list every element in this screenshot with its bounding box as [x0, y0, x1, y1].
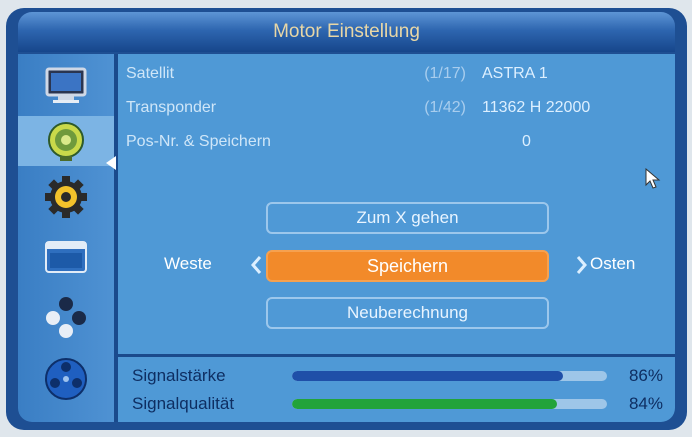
chevron-left-icon[interactable]	[250, 255, 262, 275]
sidebar-item-settings[interactable]	[18, 172, 114, 222]
signal-quality-value: 84%	[628, 394, 663, 413]
sidebar-item-multimedia[interactable]	[18, 354, 114, 404]
active-pointer-icon	[106, 156, 116, 170]
signal-quality-fill	[292, 399, 557, 409]
save-button[interactable]: Speichern	[266, 250, 549, 282]
satellite-index: (1/17)	[424, 65, 466, 82]
signal-strength-value: 86%	[628, 366, 663, 385]
signal-strength-bar	[292, 371, 607, 381]
film-reel-icon	[45, 358, 87, 400]
satellite-value: ASTRA 1	[482, 65, 548, 82]
motor-settings-panel: Satellit (1/17) ASTRA 1 Transponder (1/4…	[118, 54, 675, 354]
monitor-icon	[45, 67, 87, 103]
signal-panel: Signalstärke 86% Signalqualität 84%	[118, 357, 675, 422]
position-row[interactable]: Pos-Nr. & Speichern 0	[126, 128, 659, 156]
signal-quality-row: Signalqualität 84%	[132, 391, 663, 417]
content-area: Satellit (1/17) ASTRA 1 Transponder (1/4…	[18, 54, 675, 422]
position-label: Pos-Nr. & Speichern	[126, 133, 271, 150]
signal-strength-row: Signalstärke 86%	[132, 363, 663, 389]
sidebar	[18, 54, 116, 422]
signal-strength-fill	[292, 371, 563, 381]
transponder-label: Transponder	[126, 99, 217, 116]
satellite-label: Satellit	[126, 65, 175, 82]
gear-icon	[45, 176, 87, 218]
east-label[interactable]: Osten	[590, 254, 635, 274]
window-title: Motor Einstellung	[273, 21, 420, 42]
mouse-cursor-icon	[645, 168, 661, 189]
transponder-index: (1/42)	[424, 99, 466, 116]
transponder-value: 11362 H 22000	[482, 99, 591, 116]
sidebar-item-games[interactable]	[18, 292, 114, 342]
goto-x-button[interactable]: Zum X gehen	[266, 202, 549, 234]
satellite-dish-icon	[48, 122, 84, 161]
media-player-icon	[45, 241, 87, 273]
transponder-row[interactable]: Transponder (1/42) 11362 H 22000	[126, 94, 659, 122]
sidebar-item-installation[interactable]	[18, 116, 114, 166]
signal-strength-label: Signalstärke	[132, 366, 226, 385]
chevron-right-icon[interactable]	[576, 255, 588, 275]
sidebar-item-media[interactable]	[18, 232, 114, 282]
games-icon	[46, 297, 86, 338]
sidebar-item-monitor[interactable]	[18, 60, 114, 110]
signal-quality-label: Signalqualität	[132, 394, 235, 413]
osd-frame: Motor Einstellung Satellit (1/17) ASTRA …	[6, 8, 687, 430]
signal-quality-bar	[292, 399, 607, 409]
recalculate-button[interactable]: Neuberechnung	[266, 297, 549, 329]
position-value: 0	[522, 133, 531, 150]
satellite-row[interactable]: Satellit (1/17) ASTRA 1	[126, 60, 659, 88]
title-bar: Motor Einstellung	[18, 12, 675, 52]
west-label[interactable]: Weste	[164, 254, 212, 274]
